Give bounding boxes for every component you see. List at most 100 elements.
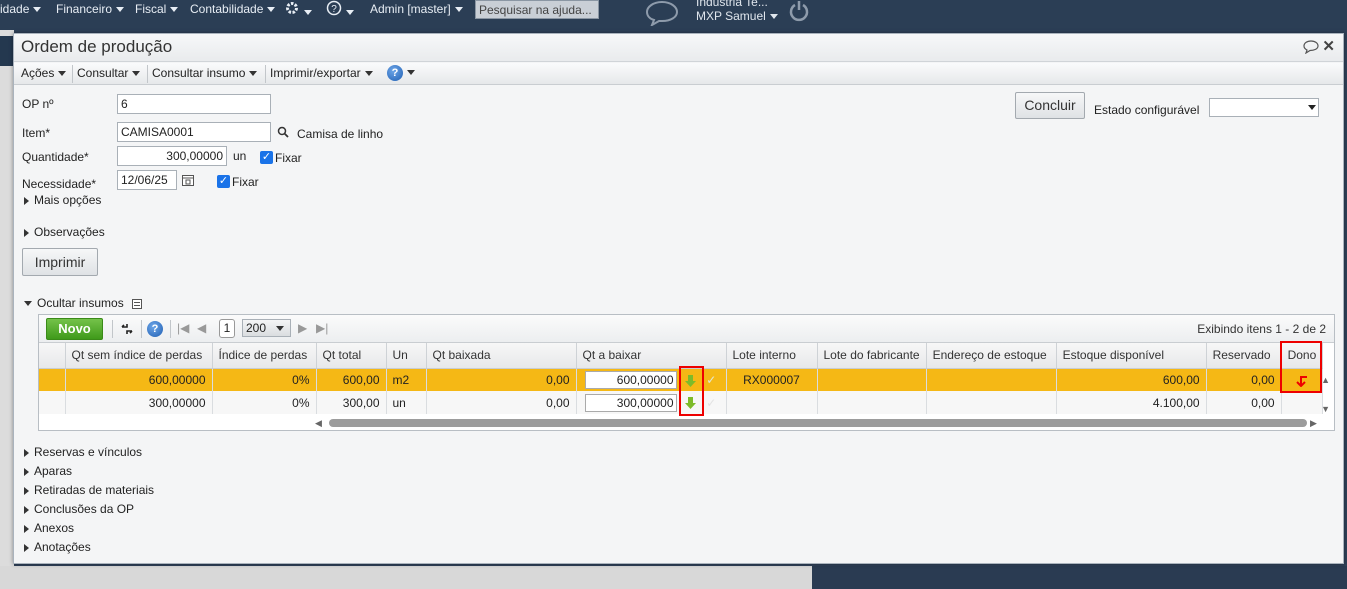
background-bottom-right — [812, 566, 1347, 589]
user-info[interactable]: Indústria Te... MXP Samuel — [696, 0, 778, 23]
help-search-input[interactable]: Pesquisar na ajuda... — [475, 0, 599, 19]
consultar-insumo-menu[interactable]: Consultar insumo — [152, 66, 258, 80]
estado-select[interactable] — [1209, 98, 1319, 117]
first-page-icon[interactable]: |◀ — [177, 321, 189, 335]
baixada-cell: 0,00 — [426, 368, 577, 391]
endereco-cell — [926, 391, 1057, 414]
acoes-menu[interactable]: Ações — [21, 66, 67, 80]
column-header[interactable]: Índice de perdas — [212, 343, 317, 369]
scroll-right-icon[interactable]: ▶ — [1310, 418, 1317, 429]
anexos-toggle[interactable]: Anexos — [24, 521, 74, 535]
op-number-field[interactable]: 6 — [117, 94, 271, 114]
un-cell: un — [386, 391, 427, 414]
qt-sem-cell: 300,00000 — [65, 391, 213, 414]
novo-button[interactable]: Novo — [46, 318, 103, 340]
scroll-up-icon[interactable]: ▲ — [1321, 375, 1330, 385]
dialog-header: Ordem de produção ✕ — [14, 34, 1343, 62]
scroll-down-icon[interactable]: ▼ — [1321, 404, 1330, 414]
prev-page-icon[interactable]: ◀ — [197, 321, 206, 335]
horizontal-scrollbar[interactable] — [329, 419, 1307, 427]
baixada-cell: 0,00 — [426, 391, 577, 414]
quantity-field[interactable]: 300,00000 — [117, 146, 227, 166]
endereco-cell — [926, 368, 1057, 391]
check-icon[interactable]: ✓ — [706, 373, 716, 387]
column-header[interactable]: Qt total — [316, 343, 387, 369]
table-header: Qt sem índice de perdas Índice de perdas… — [39, 343, 1324, 369]
company-name: Indústria Te... — [696, 0, 768, 9]
estoque-cell: 4.100,00 — [1056, 391, 1207, 414]
column-header[interactable]: Lote interno — [726, 343, 818, 369]
mais-opcoes-toggle[interactable]: Mais opções — [24, 193, 101, 207]
column-header[interactable]: Endereço de estoque — [926, 343, 1057, 369]
observacoes-toggle[interactable]: Observações — [24, 225, 105, 239]
menu-item-fiscal[interactable]: Fiscal — [135, 2, 179, 18]
item-description: Camisa de linho — [297, 127, 384, 141]
need-date-label: Necessidade* — [22, 177, 97, 191]
top-navigation: idade Financeiro Fiscal Contabilidade ? … — [0, 0, 1347, 30]
fixar-date-checkbox[interactable]: ✓ — [217, 175, 230, 188]
imprimir-exportar-menu[interactable]: Imprimir/exportar — [270, 66, 373, 80]
consultar-menu[interactable]: Consultar — [77, 66, 141, 80]
gear-icon[interactable] — [284, 0, 312, 16]
chevron-down-icon — [1308, 105, 1316, 110]
column-header[interactable]: Lote do fabricante — [817, 343, 927, 369]
item-label: Item* — [22, 126, 51, 140]
comment-icon[interactable] — [1303, 40, 1319, 54]
column-header[interactable]: Reservado — [1206, 343, 1282, 369]
close-icon[interactable]: ✕ — [1322, 37, 1335, 55]
dialog-title: Ordem de produção — [21, 37, 173, 56]
quantity-label: Quantidade* — [22, 150, 89, 164]
a-baixar-input[interactable]: 600,00000 — [584, 370, 677, 389]
indice-cell: 0% — [212, 391, 317, 414]
estado-label: Estado configurável — [1094, 103, 1200, 117]
column-header[interactable]: Qt a baixar — [576, 343, 727, 369]
lote-fab-cell — [817, 368, 927, 391]
un-cell: m2 — [386, 368, 427, 391]
column-header[interactable]: Qt baixada — [426, 343, 577, 369]
fixar-quantity-checkbox[interactable]: ✓ — [260, 151, 273, 164]
a-baixar-input[interactable]: 300,00000 — [584, 393, 677, 412]
help-icon: ? — [387, 65, 403, 81]
help-circle-icon[interactable]: ? — [326, 0, 354, 16]
lote-fab-cell — [817, 391, 927, 414]
highlight-box — [1280, 341, 1322, 393]
aparas-toggle[interactable]: Aparas — [24, 464, 72, 478]
admin-menu[interactable]: Admin [master] — [370, 2, 463, 18]
menu-item-contabilidade[interactable]: Contabilidade — [190, 2, 276, 18]
grid-toolbar: Novo ? |◀ ◀ 1 200 ▶ ▶| Exibindo itens 1 … — [39, 315, 1334, 343]
column-header[interactable]: Estoque disponível — [1056, 343, 1207, 369]
search-icon[interactable] — [277, 126, 289, 138]
item-field[interactable]: CAMISA0001 — [117, 122, 271, 142]
page-number[interactable]: 1 — [219, 319, 235, 338]
column-header[interactable]: Qt sem índice de perdas — [65, 343, 213, 369]
menu-item-financeiro[interactable]: Financeiro — [56, 2, 125, 18]
reservas-toggle[interactable]: Reservas e vínculos — [24, 445, 142, 459]
dono-cell — [1281, 391, 1324, 414]
refresh-icon[interactable] — [119, 322, 135, 336]
check-icon[interactable]: ✓ — [706, 396, 716, 410]
svg-text:?: ? — [331, 4, 337, 15]
highlight-box — [679, 366, 704, 416]
grid-help-icon[interactable]: ? — [147, 321, 163, 337]
concluir-button[interactable]: Concluir — [1015, 92, 1085, 119]
select-column-header — [39, 343, 66, 369]
last-page-icon[interactable]: ▶| — [316, 321, 328, 335]
op-label: OP nº — [22, 97, 54, 111]
conclusoes-toggle[interactable]: Conclusões da OP — [24, 502, 134, 516]
ocultar-insumos-toggle[interactable]: Ocultar insumos — [24, 296, 143, 310]
anotacoes-toggle[interactable]: Anotações — [24, 540, 91, 554]
imprimir-button[interactable]: Imprimir — [22, 248, 98, 276]
retiradas-toggle[interactable]: Retiradas de materiais — [24, 483, 154, 497]
chat-bubble-icon[interactable] — [645, 0, 679, 26]
calendar-icon[interactable] — [181, 173, 195, 187]
page-size-select[interactable]: 200 — [242, 319, 291, 337]
menu-item-idade[interactable]: idade — [0, 2, 42, 18]
column-header[interactable]: Un — [386, 343, 427, 369]
next-page-icon[interactable]: ▶ — [298, 321, 307, 335]
help-menu[interactable]: ? — [387, 65, 415, 81]
background-panel — [0, 30, 14, 589]
scroll-left-icon[interactable]: ◀ — [315, 418, 322, 429]
need-date-field[interactable]: 12/06/25 — [117, 170, 177, 190]
power-icon[interactable] — [788, 0, 810, 22]
reservado-cell: 0,00 — [1206, 368, 1282, 391]
